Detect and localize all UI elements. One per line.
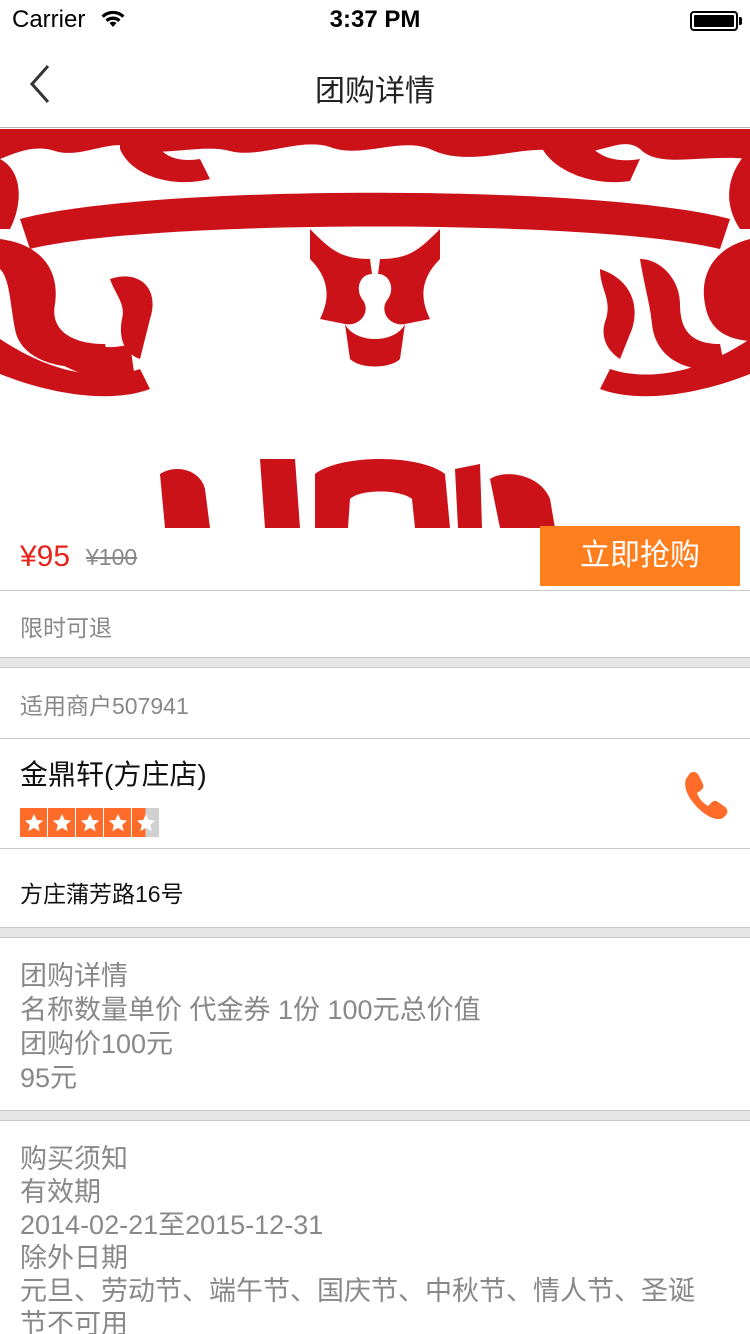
original-price: ¥100 xyxy=(86,544,138,570)
page-title: 团购详情 xyxy=(315,75,435,108)
call-button[interactable] xyxy=(680,767,732,820)
deal-image xyxy=(0,129,750,528)
refund-label: 限时可退 xyxy=(20,615,112,641)
phone-icon xyxy=(685,772,728,820)
section-divider xyxy=(0,657,750,668)
status-bar: Carrier 3:37 PM xyxy=(0,0,750,40)
notice-text: 购买须知 有效期 2014-02-21至2015-12-31 除外日期 元旦、劳… xyxy=(20,1143,730,1334)
details-line: 团购详情 xyxy=(20,961,128,991)
purchase-notice: 购买须知 有效期 2014-02-21至2015-12-31 除外日期 元旦、劳… xyxy=(0,1123,750,1334)
battery-tip xyxy=(739,17,742,25)
notice-line: 节不可用 xyxy=(20,1309,128,1334)
price-row: ¥95 ¥100 立即抢购 xyxy=(0,526,750,591)
star-icon xyxy=(76,808,104,837)
notice-line: 有效期 xyxy=(20,1177,101,1207)
notice-line: 元旦、劳动节、端午节、国庆节、中秋节、情人节、圣诞 xyxy=(20,1276,695,1306)
merchant-count-label: 适用商户507941 xyxy=(20,693,189,719)
section-divider xyxy=(0,927,750,938)
merchant-name: 金鼎轩(方庄店) xyxy=(20,759,207,790)
notice-line: 2014-02-21至2015-12-31 xyxy=(20,1210,324,1240)
nav-bar: 团购详情 xyxy=(0,40,750,128)
details-line: 95元 xyxy=(20,1063,78,1093)
address-row[interactable]: 方庄蒲芳路16号 xyxy=(0,849,750,927)
current-price: ¥95 xyxy=(20,540,71,573)
star-icon xyxy=(104,808,132,837)
star-icon xyxy=(48,808,76,837)
notice-line: 除外日期 xyxy=(20,1243,128,1273)
merchant-header: 适用商户507941 xyxy=(0,669,750,739)
details-line: 团购价100元 xyxy=(20,1029,174,1059)
buy-now-button[interactable]: 立即抢购 xyxy=(540,526,740,586)
rating-stars xyxy=(20,808,160,837)
half-star-icon xyxy=(132,808,160,837)
star-icon xyxy=(20,808,48,837)
deal-details: 团购详情 名称数量单价 代金券 1份 100元总价值 团购价100元 95元 xyxy=(0,939,750,1110)
details-text: 团购详情 名称数量单价 代金券 1份 100元总价值 团购价100元 95元 xyxy=(20,959,481,1095)
battery-icon xyxy=(690,11,738,31)
status-time: 3:37 PM xyxy=(329,6,421,33)
details-line: 名称数量单价 代金券 1份 100元总价值 xyxy=(20,995,481,1025)
merchant-address: 方庄蒲芳路16号 xyxy=(20,881,184,907)
section-divider xyxy=(0,1110,750,1121)
refund-row: 限时可退 xyxy=(0,591,750,657)
notice-line: 购买须知 xyxy=(20,1144,128,1174)
seal-logo-image xyxy=(0,129,750,528)
merchant-row[interactable]: 金鼎轩(方庄店) xyxy=(0,739,750,849)
